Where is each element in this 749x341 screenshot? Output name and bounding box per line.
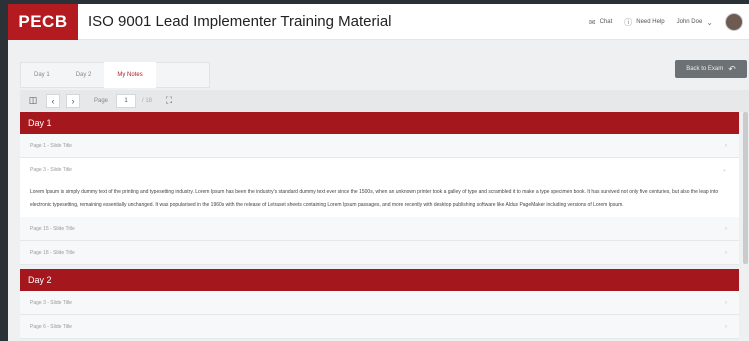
tab-day-1[interactable]: Day 1 — [21, 62, 63, 88]
tab-my-notes[interactable]: My Notes — [104, 62, 156, 88]
day-header[interactable]: Day 2 — [20, 269, 739, 291]
notes-content: Day 1 Page 1 - Slide Title › Page 3 - Sl… — [20, 112, 739, 339]
header-actions: ✉ Chat ⓘ Need Help John Doe ⌄ — [589, 4, 749, 40]
scrollbar[interactable] — [743, 112, 748, 264]
prev-page-button[interactable]: ‹ — [46, 94, 60, 108]
chevron-right-icon: › — [725, 324, 727, 330]
page-row-title: Page 6 - Slide Title — [30, 324, 72, 330]
page-row-title: Page 3 - Slide Title — [30, 167, 72, 173]
help-icon: ⓘ — [624, 17, 633, 27]
chat-label: Chat — [599, 19, 613, 25]
sidebar-toggle-icon[interactable]: ◫ — [26, 94, 40, 108]
chevron-right-icon: › — [725, 250, 727, 256]
chevron-right-icon: › — [725, 143, 727, 149]
page-total: / 18 — [142, 98, 153, 104]
page-row[interactable]: Page 3 - Slide Title › — [20, 291, 739, 315]
fullscreen-icon[interactable]: ⛶ — [162, 94, 176, 108]
page-row[interactable]: Page 1 - Slide Title › — [20, 134, 739, 158]
top-header: PECB ISO 9001 Lead Implementer Training … — [8, 4, 749, 40]
page-row[interactable]: Page 18 - Slide Title › — [20, 241, 739, 265]
back-to-exam-label: Back to Exam — [686, 66, 724, 72]
chevron-down-icon: ⌄ — [706, 17, 713, 27]
page-row-expanded[interactable]: Page 3 - Slide Title ⌄ — [20, 158, 739, 182]
page-input[interactable]: 1 — [116, 94, 137, 108]
page-row-title: Page 15 - Slide Title — [30, 226, 75, 232]
user-name: John Doe — [676, 19, 703, 25]
back-to-exam-button[interactable]: Back to Exam ↶ — [675, 60, 747, 78]
next-page-button[interactable]: › — [66, 94, 80, 108]
page-row-title: Page 18 - Slide Title — [30, 250, 75, 256]
chevron-down-icon: ⌄ — [721, 167, 727, 173]
day-header[interactable]: Day 1 — [20, 112, 739, 134]
user-menu[interactable]: John Doe ⌄ — [677, 18, 713, 27]
tabs: Day 1 Day 2 My Notes — [20, 62, 210, 88]
chat-icon: ✉ — [588, 17, 596, 27]
pecb-logo[interactable]: PECB — [8, 4, 78, 40]
chevron-right-icon: › — [725, 226, 727, 232]
page-title: ISO 9001 Lead Implementer Training Mater… — [88, 13, 392, 30]
tab-bar: Day 1 Day 2 My Notes Back to Exam ↶ — [20, 58, 749, 90]
page-row[interactable]: Page 15 - Slide Title › — [20, 217, 739, 241]
chevron-right-icon: › — [725, 300, 727, 306]
page-row-title: Page 1 - Slide Title — [30, 143, 72, 149]
page-label: Page — [94, 98, 109, 104]
avatar[interactable] — [725, 13, 743, 31]
page-row[interactable]: Page 6 - Slide Title › — [20, 315, 739, 339]
chat-link[interactable]: ✉ Chat — [589, 18, 612, 27]
tab-day-2[interactable]: Day 2 — [63, 62, 105, 88]
return-arrow-icon: ↶ — [728, 63, 736, 74]
page-toolbar: ◫ ‹ › Page 1 / 18 ⛶ — [20, 90, 749, 112]
app-screen: PECB ISO 9001 Lead Implementer Training … — [8, 4, 749, 341]
note-text: Lorem Ipsum is simply dummy text of the … — [20, 182, 739, 217]
need-help-label: Need Help — [636, 19, 665, 25]
page-row-title: Page 3 - Slide Title — [30, 300, 72, 306]
need-help-link[interactable]: ⓘ Need Help — [624, 17, 664, 28]
